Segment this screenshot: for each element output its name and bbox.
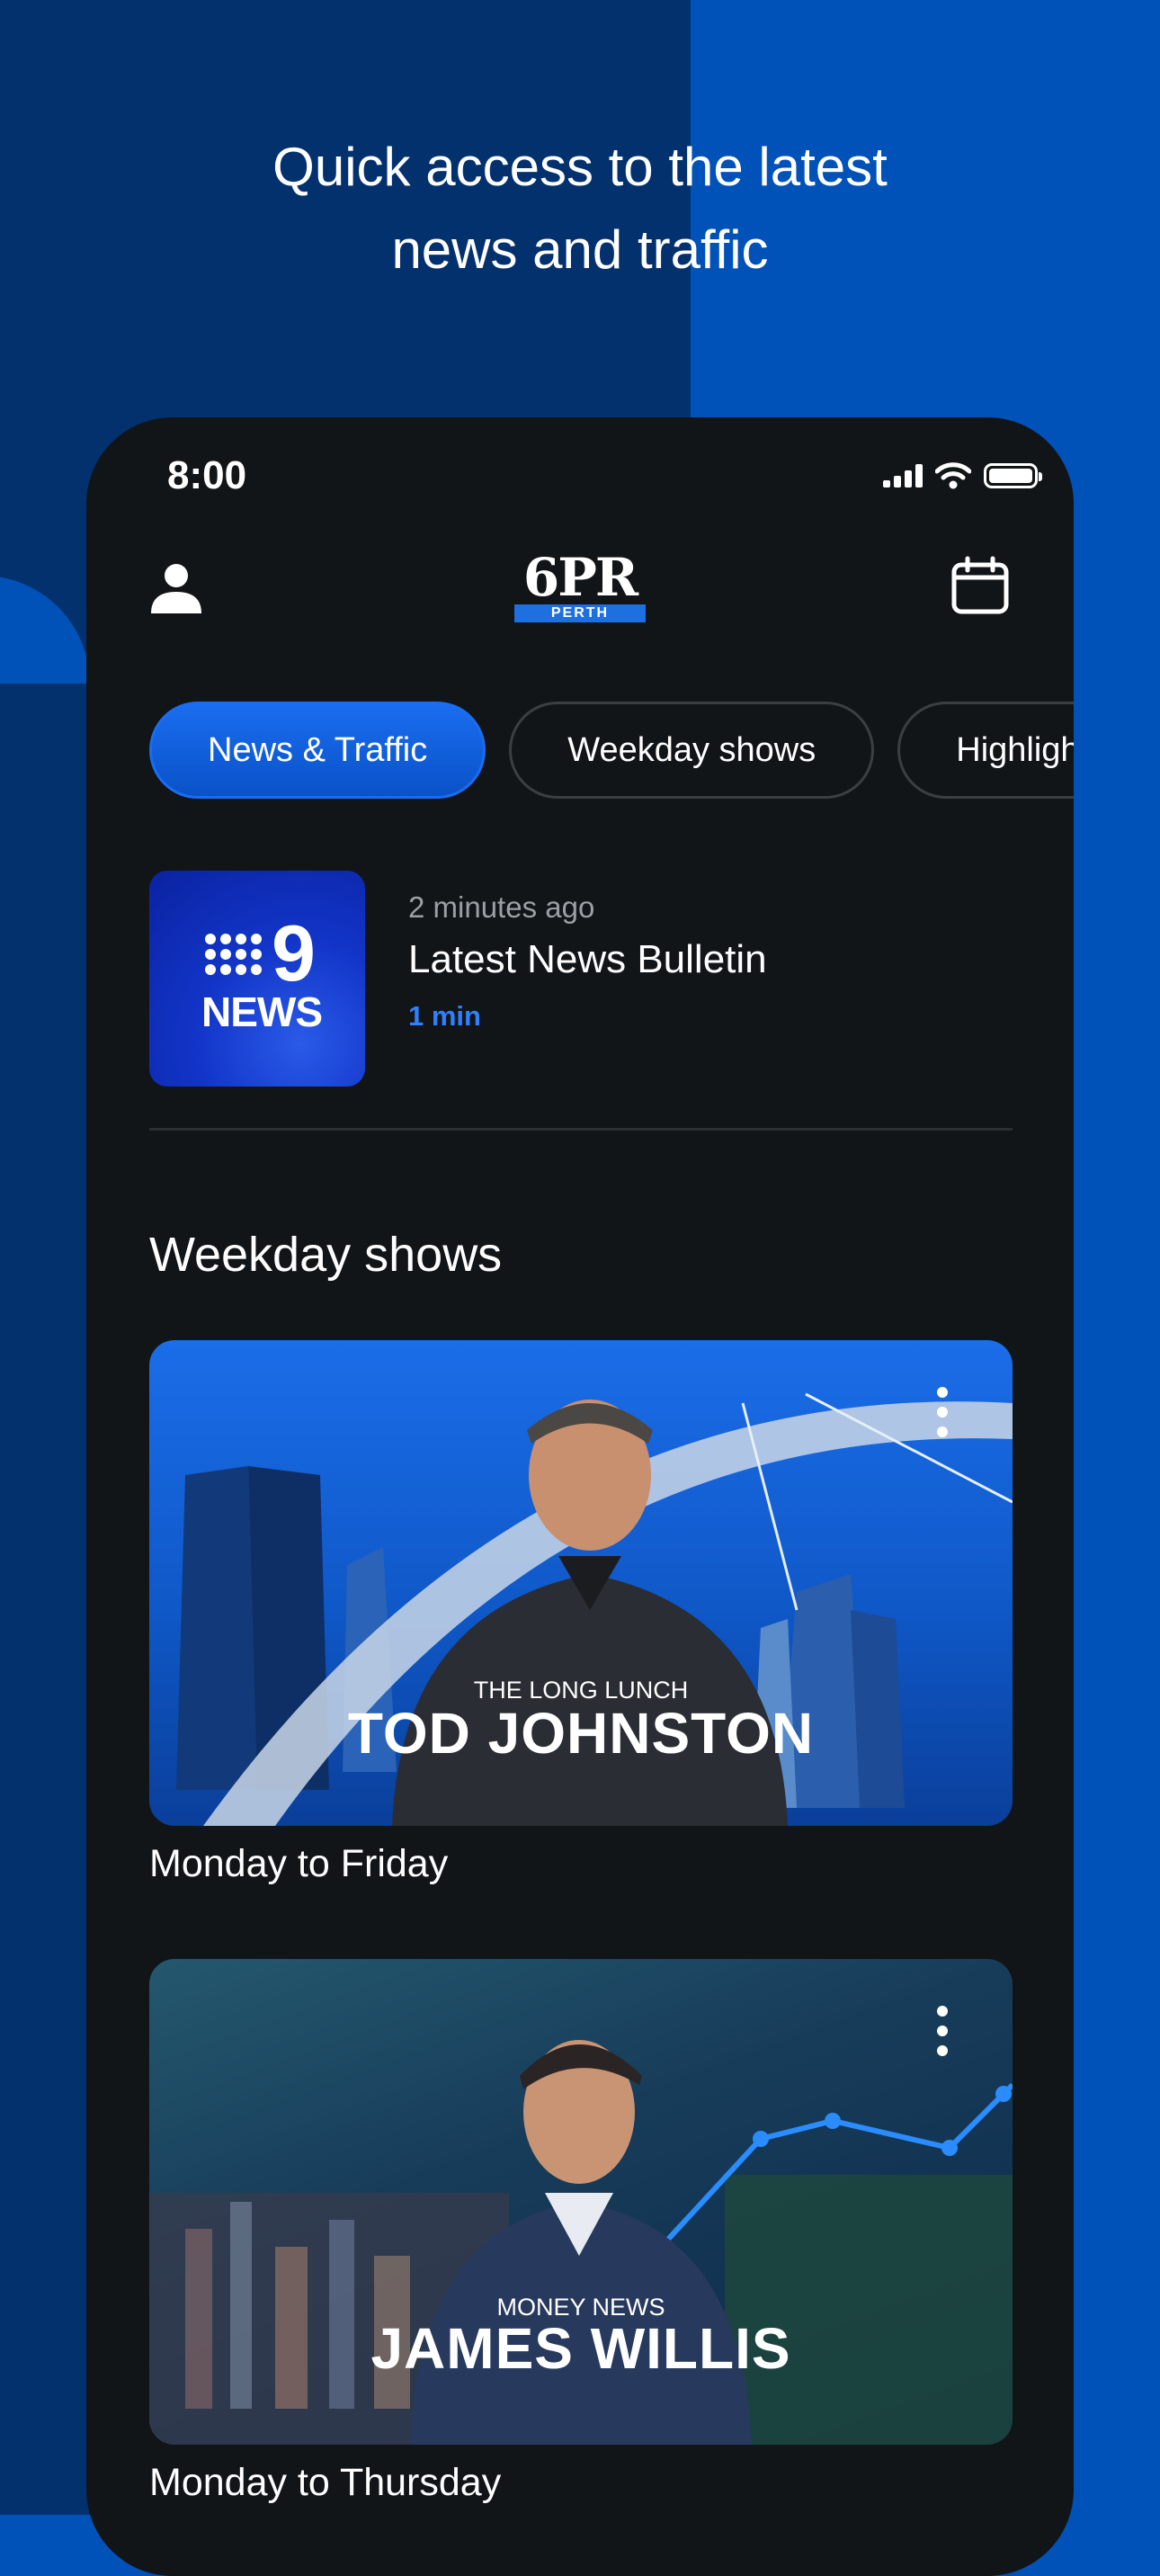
tab-highlights[interactable]: Highlights (897, 702, 1074, 799)
nine-dots-graphic (205, 934, 262, 975)
promo-headline: Quick access to the latest news and traf… (0, 126, 1160, 291)
person-icon[interactable] (146, 558, 207, 619)
cellular-signal-icon (883, 464, 923, 487)
show-schedule: Monday to Thursday (149, 2461, 502, 2504)
status-icons (883, 462, 1042, 489)
battery-icon (984, 463, 1042, 488)
tab-news-traffic[interactable]: News & Traffic (149, 702, 486, 799)
tab-weekday-shows[interactable]: Weekday shows (509, 702, 875, 799)
phone-screen: 8:00 6PR PERTH News & Traffic Weekday sh… (86, 417, 1074, 2576)
station-logo[interactable]: 6PR PERTH (514, 547, 646, 624)
bulletin-timestamp: 2 minutes ago (408, 890, 595, 924)
category-tabs: News & Traffic Weekday shows Highlights (149, 702, 1074, 799)
news-bulletin-item[interactable]: 9 NEWS 2 minutes ago Latest News Bulleti… (149, 871, 1013, 1087)
logo-text: 6PR (522, 547, 638, 608)
nine-digit: 9 (272, 908, 316, 997)
more-options-icon[interactable] (933, 1387, 951, 1450)
headline-line-1: Quick access to the latest (272, 137, 888, 197)
show-host: JAMES WILLIS (370, 2316, 791, 2381)
nine-news-logo: 9 NEWS (149, 871, 365, 1087)
show-card-james-willis[interactable]: MONEY NEWS JAMES WILLIS (149, 1959, 1013, 2445)
show-host: TOD JOHNSTON (347, 1701, 815, 1766)
calendar-icon[interactable] (950, 556, 1011, 617)
news-wordmark: NEWS (201, 988, 323, 1035)
status-time: 8:00 (167, 453, 247, 497)
more-options-icon[interactable] (933, 2006, 951, 2069)
bulletin-duration: 1 min (408, 1000, 481, 1032)
divider (149, 1128, 1013, 1131)
headline-line-2: news and traffic (391, 219, 769, 280)
show-schedule: Monday to Friday (149, 1842, 449, 1885)
wifi-icon (935, 462, 971, 489)
bulletin-title: Latest News Bulletin (408, 937, 767, 981)
section-title-weekday-shows: Weekday shows (149, 1228, 503, 1282)
show-card-tod-johnston[interactable]: THE LONG LUNCH TOD JOHNSTON (149, 1340, 1013, 1826)
